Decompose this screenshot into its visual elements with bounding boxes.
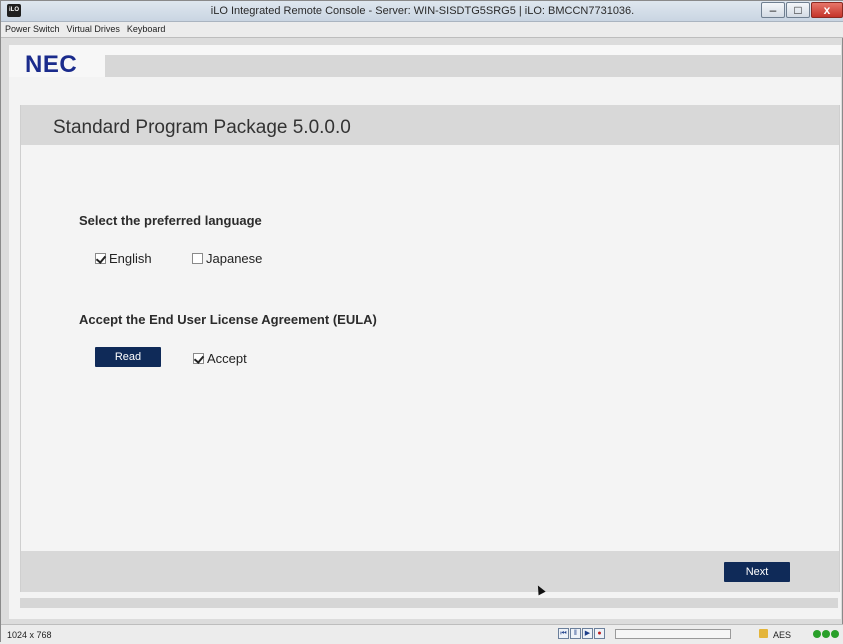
pause-icon[interactable]: ‖ [570,628,581,639]
accept-label: Accept [207,351,247,366]
playback-controls: ⏮ ‖ ▶ ● [558,628,606,639]
menu-virtual-drives[interactable]: Virtual Drives [63,22,123,34]
resolution-readout: 1024 x 768 [7,630,52,640]
setup-page: Standard Program Package 5.0.0.0 Select … [20,105,840,592]
page-title: Standard Program Package 5.0.0.0 [53,117,351,138]
lock-icon [759,629,768,638]
japanese-label: Japanese [206,251,263,266]
menu-bar: Power Switch Virtual Drives Keyboard [1,22,843,38]
maximize-button[interactable]: □ [786,2,810,18]
english-checkbox[interactable] [95,253,106,264]
status-indicator-icon [831,630,839,638]
rewind-icon[interactable]: ⏮ [558,628,569,639]
status-indicator-icon [822,630,830,638]
nec-logo: NEC [25,51,78,78]
page-header: Standard Program Package 5.0.0.0 [21,105,839,145]
accept-option[interactable]: Accept [193,351,247,366]
close-button[interactable]: x [811,2,843,18]
play-icon[interactable]: ▶ [582,628,593,639]
status-indicator-icon [813,630,821,638]
english-option[interactable]: English [95,251,152,266]
header-strip [105,55,841,77]
window-title: iLO Integrated Remote Console - Server: … [210,5,635,17]
english-label: English [109,251,152,266]
bottom-strip [20,598,838,608]
page-footer: Next [21,551,839,592]
next-button[interactable]: Next [724,562,790,582]
encryption-label: AES [773,630,792,640]
playback-progress [615,629,731,639]
minimize-button[interactable]: – [761,2,785,18]
accept-checkbox[interactable] [193,353,204,364]
remote-screen[interactable]: NEC Standard Program Package 5.0.0.0 Sel… [9,45,841,619]
language-heading: Select the preferred language [79,213,262,228]
menu-power-switch[interactable]: Power Switch [1,22,63,34]
read-eula-button[interactable]: Read [95,347,161,367]
title-bar: iLO iLO Integrated Remote Console - Serv… [1,1,843,22]
japanese-option[interactable]: Japanese [192,251,262,266]
menu-keyboard[interactable]: Keyboard [123,22,169,34]
record-icon[interactable]: ● [594,628,605,639]
remote-console-window: iLO iLO Integrated Remote Console - Serv… [0,0,843,644]
nec-header: NEC [9,45,841,78]
eula-heading: Accept the End User License Agreement (E… [79,312,377,327]
japanese-checkbox[interactable] [192,253,203,264]
status-bar: 1024 x 768 ⏮ ‖ ▶ ● AES [1,624,843,644]
